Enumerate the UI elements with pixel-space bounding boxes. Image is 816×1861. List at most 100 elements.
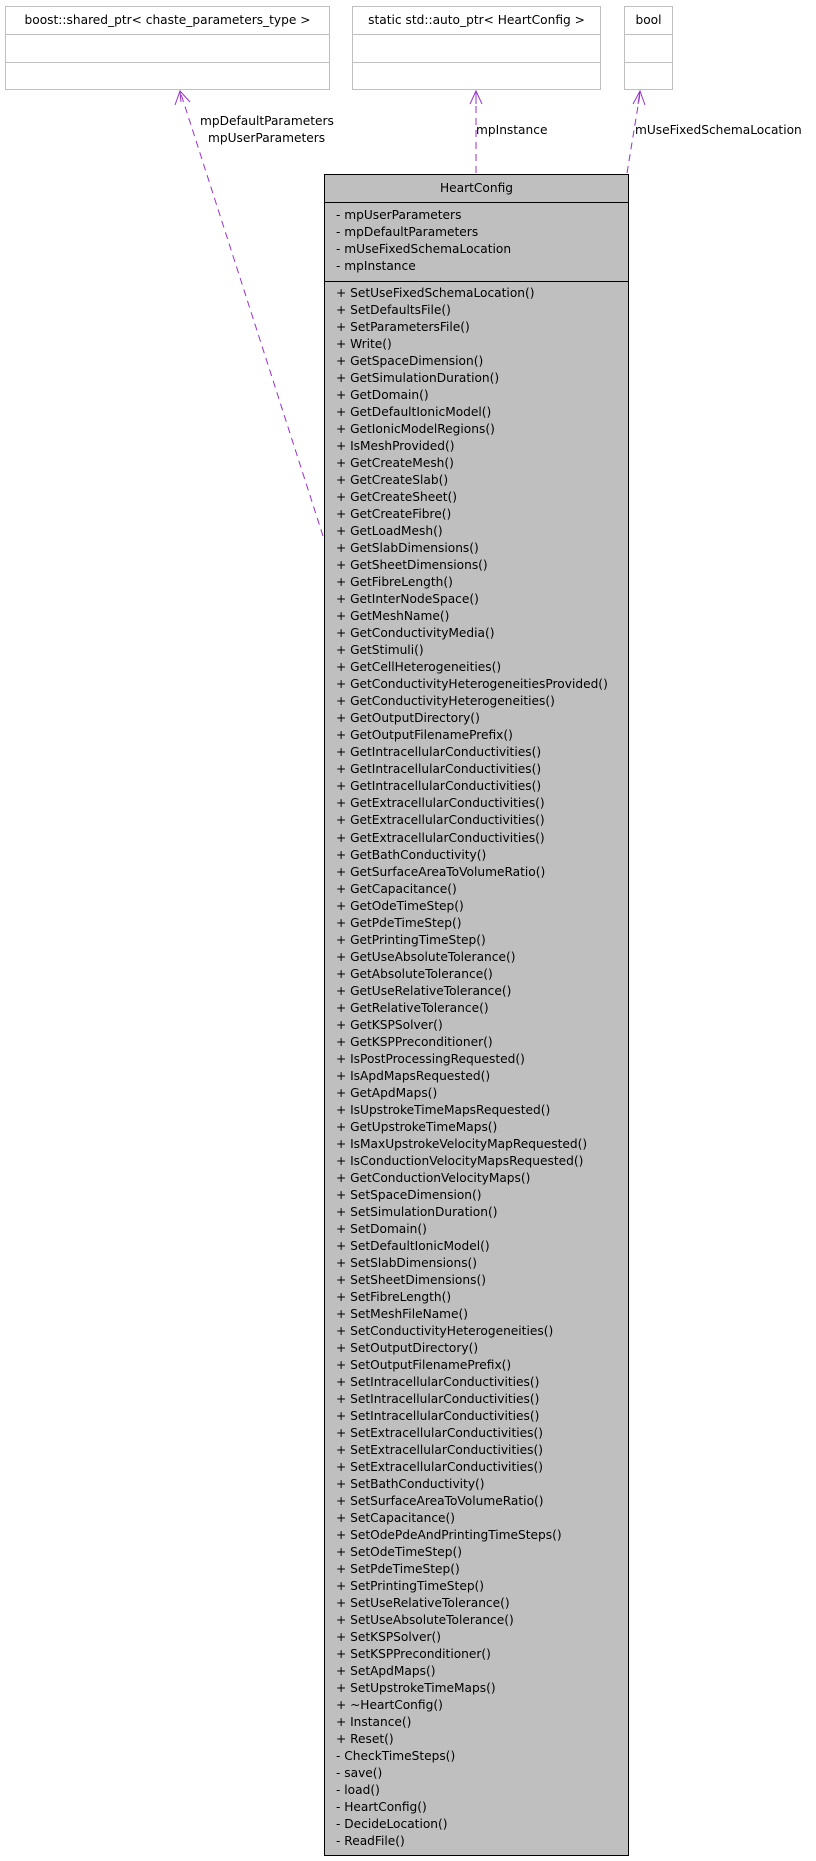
method-item: + GetCapacitance()	[336, 881, 457, 896]
method-item: + GetSurfaceAreaToVolumeRatio()	[336, 864, 546, 879]
method-item: + SetIntracellularConductivities()	[336, 1392, 540, 1407]
method-item: + GetLoadMesh()	[336, 524, 443, 539]
method-item: + GetExtracellularConductivities()	[336, 796, 545, 811]
method-item: + GetOutputFilenamePrefix()	[336, 728, 513, 743]
method-item: + GetUseRelativeTolerance()	[336, 983, 512, 998]
method-item: + GetStimuli()	[336, 643, 424, 658]
method-item: + GetSheetDimensions()	[336, 558, 488, 573]
method-item: + SetOutputFilenamePrefix()	[336, 1357, 512, 1372]
method-item: + GetDomain()	[336, 388, 429, 403]
method-item: + SetOutputDirectory()	[336, 1340, 479, 1355]
method-item: - save()	[336, 1766, 383, 1781]
method-item: + SetUpstrokeTimeMaps()	[336, 1681, 496, 1696]
method-item: + SetKSPPreconditioner()	[336, 1647, 491, 1662]
class-box-bool[interactable]: bool	[624, 6, 673, 90]
method-item: + SetMeshFileName()	[336, 1306, 469, 1321]
method-item: + GetConductionVelocityMaps()	[336, 1170, 531, 1185]
method-item: + SetCapacitance()	[336, 1511, 456, 1526]
class-box-title: boost::shared_ptr< chaste_parameters_typ…	[6, 7, 329, 35]
method-item: + GetIonicModelRegions()	[336, 422, 495, 437]
method-item: + GetBathConductivity()	[336, 847, 487, 862]
class-box-title: bool	[625, 7, 672, 35]
method-item: + Write()	[336, 337, 392, 352]
method-item: + GetRelativeTolerance()	[336, 1000, 489, 1015]
edge-line	[180, 93, 324, 537]
method-item: + GetAbsoluteTolerance()	[336, 966, 493, 981]
attribute-list: - mpUserParameters - mpDefaultParameters -…	[325, 203, 628, 282]
attribute-item: - mpUserParameters	[336, 208, 462, 222]
class-box-title: static std::auto_ptr< HeartConfig >	[353, 7, 600, 35]
arrowhead-icon	[174, 90, 191, 106]
arrowhead-icon	[632, 89, 646, 106]
method-item: + IsApdMapsRequested()	[336, 1068, 491, 1083]
class-name: HeartConfig	[325, 175, 628, 203]
method-item: + GetUpstrokeTimeMaps()	[336, 1119, 498, 1134]
class-box-methods	[6, 63, 329, 91]
method-item: + GetKSPSolver()	[336, 1017, 443, 1032]
class-box-shared-ptr[interactable]: boost::shared_ptr< chaste_parameters_typ…	[5, 6, 330, 90]
edge-label-fixed-schema: mUseFixedSchemaLocation	[635, 123, 802, 137]
class-box-attributes	[353, 35, 600, 63]
method-item: + GetPdeTimeStep()	[336, 915, 462, 930]
arrowhead-icon	[469, 89, 483, 105]
method-item: + SetUseFixedSchemaLocation()	[336, 286, 535, 300]
class-box-heartconfig[interactable]: HeartConfig - mpUserParameters - mpDefaul…	[324, 174, 629, 1856]
method-item: + SetOdePdeAndPrintingTimeSteps()	[336, 1528, 562, 1543]
method-item: + GetConductivityMedia()	[336, 626, 495, 641]
method-item: + SetBathConductivity()	[336, 1477, 485, 1492]
method-item: - HeartConfig()	[336, 1800, 427, 1815]
method-item: + GetSlabDimensions()	[336, 541, 479, 556]
method-item: + SetUseRelativeTolerance()	[336, 1596, 510, 1611]
method-item: + SetFibreLength()	[336, 1289, 452, 1304]
method-item: + SetExtracellularConductivities()	[336, 1443, 543, 1458]
method-item: + GetCreateSlab()	[336, 473, 449, 488]
method-item: + SetSurfaceAreaToVolumeRatio()	[336, 1494, 544, 1509]
method-item: + SetSlabDimensions()	[336, 1255, 478, 1270]
method-item: + ~HeartConfig()	[336, 1698, 443, 1713]
edge-label-instance: mpInstance	[476, 123, 548, 137]
edge-label-default-parameters: mpDefaultParameters	[200, 114, 334, 128]
method-item: + GetOdeTimeStep()	[336, 898, 464, 913]
edge-label-user-parameters: mpUserParameters	[208, 131, 326, 145]
method-item: + SetExtracellularConductivities()	[336, 1460, 543, 1475]
class-box-methods	[353, 63, 600, 91]
method-item: + GetCreateMesh()	[336, 456, 454, 471]
class-box-methods	[625, 63, 672, 91]
method-item: + GetCreateFibre()	[336, 507, 452, 522]
method-item: + SetDomain()	[336, 1221, 427, 1236]
attribute-item: - mpInstance	[336, 259, 416, 274]
method-item: + SetDefaultsFile()	[336, 303, 451, 318]
class-box-attributes	[6, 35, 329, 63]
method-item: + SetIntracellularConductivities()	[336, 1409, 540, 1424]
method-item: + SetKSPSolver()	[336, 1630, 441, 1645]
method-item: + GetCreateSheet()	[336, 490, 458, 505]
method-item: + GetInterNodeSpace()	[336, 592, 479, 607]
method-item: + IsConductionVelocityMapsRequested()	[336, 1153, 584, 1168]
method-item: + SetParametersFile()	[336, 320, 470, 335]
method-item: + SetExtracellularConductivities()	[336, 1426, 543, 1441]
attribute-item: - mpDefaultParameters	[336, 225, 479, 240]
method-item: - CheckTimeSteps()	[336, 1749, 456, 1764]
method-item: + IsMeshProvided()	[336, 439, 455, 454]
class-box-auto-ptr[interactable]: static std::auto_ptr< HeartConfig >	[352, 6, 601, 90]
method-item: + SetSheetDimensions()	[336, 1272, 486, 1287]
method-item: + GetSpaceDimension()	[336, 354, 484, 369]
method-item: + SetSpaceDimension()	[336, 1187, 482, 1202]
edge-shared-ptr	[174, 90, 324, 537]
method-item: + SetDefaultIonicModel()	[336, 1238, 490, 1253]
method-item: + GetCellHeterogeneities()	[336, 660, 502, 675]
method-item: + GetFibreLength()	[336, 575, 453, 590]
method-item: + SetUseAbsoluteTolerance()	[336, 1613, 514, 1628]
method-item: + Instance()	[336, 1715, 412, 1730]
method-item: - DecideLocation()	[336, 1817, 448, 1832]
method-item: + GetConductivityHeterogeneities()	[336, 694, 555, 709]
method-item: + GetConductivityHeterogeneitiesProvided…	[336, 677, 608, 692]
method-item: + GetOutputDirectory()	[336, 711, 480, 726]
method-item: + GetApdMaps()	[336, 1085, 438, 1100]
method-item: + SetIntracellularConductivities()	[336, 1375, 540, 1389]
method-item: - load()	[336, 1783, 380, 1798]
method-item: + IsPostProcessingRequested()	[336, 1051, 525, 1066]
method-item: + IsMaxUpstrokeVelocityMapRequested()	[336, 1136, 588, 1151]
method-item: + IsUpstrokeTimeMapsRequested()	[336, 1102, 551, 1117]
method-item: + GetIntracellularConductivities()	[336, 779, 542, 794]
